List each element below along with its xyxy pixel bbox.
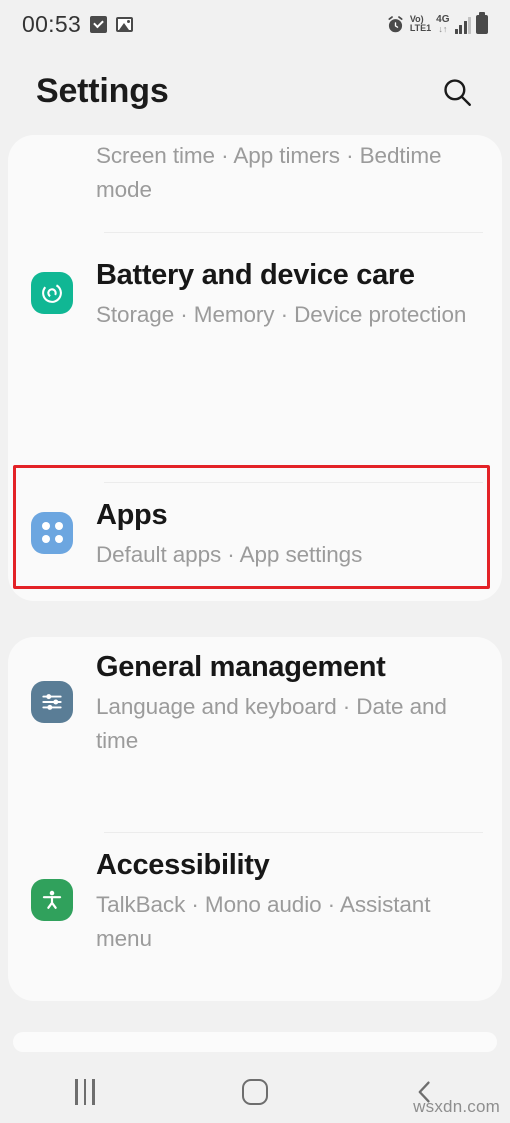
volte-bottom-label: LTE1 [409,23,432,33]
settings-row-apps[interactable]: Apps Default apps · App settings [8,493,502,572]
row-icon-battery-and-device-care [8,253,96,332]
status-bar: 00:53 Vo) LTE1 4G ↓↑ [0,0,510,48]
scroll-indicator[interactable] [13,1032,497,1052]
settings-row-general-management[interactable]: General management Language and keyboard… [8,645,502,758]
status-bar-clock: 00:53 [22,10,82,37]
image-icon [116,16,134,32]
phone-screen: 00:53 Vo) LTE1 4G ↓↑ Settings Screen tim… [0,0,510,1123]
row-text-digital-wellbeing: Screen time · App timers · Bedtime mode [96,135,502,207]
settings-card-primary: Screen time · App timers · Bedtime mode … [8,135,502,601]
checkbox-checked-icon [90,15,108,33]
alarm-clock-icon [386,15,405,34]
settings-row-subtitle: Default apps · App settings [96,542,363,567]
accessibility-person-icon [31,878,73,921]
settings-row-battery-and-device-care[interactable]: Battery and device care Storage · Memory… [8,253,502,332]
volte-indicator: Vo) LTE1 [409,14,432,34]
network-type-indicator: 4G ↓↑ [436,13,450,34]
apps-grid-icon [31,511,73,554]
sliders-icon [31,680,73,723]
row-text-battery-and-device-care: Battery and device care Storage · Memory… [96,253,484,332]
row-divider [104,482,483,483]
row-text-accessibility: Accessibility TalkBack · Mono audio · As… [96,843,502,956]
row-icon-apps [8,493,96,572]
home-icon[interactable] [170,1078,340,1105]
app-header: Settings [0,48,510,135]
battery-full-icon [476,11,488,34]
device-care-icon [31,271,73,314]
settings-row-accessibility[interactable]: Accessibility TalkBack · Mono audio · As… [8,843,502,956]
signal-bars-icon [454,16,471,34]
settings-card-secondary: General management Language and keyboard… [8,637,502,1001]
row-icon-general-management [8,645,96,758]
settings-row-title: Battery and device care [96,259,415,291]
settings-row-title: General management [96,651,386,683]
settings-row-digital-wellbeing[interactable]: Screen time · App timers · Bedtime mode [8,135,502,207]
row-text-general-management: General management Language and keyboard… [96,645,502,758]
settings-row-subtitle: Language and keyboard · Date and time [96,694,447,753]
page-title: Settings [36,72,169,110]
settings-row-subtitle: Storage · Memory · Device protection [96,302,467,327]
data-transfer-arrows-icon: ↓↑ [438,23,448,34]
status-bar-left: 00:53 [22,10,134,38]
settings-row-title: Accessibility [96,849,270,881]
settings-row-title: Apps [96,499,168,531]
recents-icon[interactable] [0,1078,170,1105]
network-type-label: 4G [436,13,450,25]
hourglass-icon [8,135,96,207]
row-divider [104,232,483,233]
site-watermark: wsxdn.com [413,1097,500,1116]
search-icon[interactable] [434,69,480,115]
row-icon-accessibility [8,843,96,956]
status-bar-right: Vo) LTE1 4G ↓↑ [386,11,488,34]
settings-row-subtitle: TalkBack · Mono audio · Assistant menu [96,892,431,951]
row-divider [104,832,483,833]
settings-row-subtitle: Screen time · App timers · Bedtime mode [96,143,442,202]
row-text-apps: Apps Default apps · App settings [96,493,380,572]
